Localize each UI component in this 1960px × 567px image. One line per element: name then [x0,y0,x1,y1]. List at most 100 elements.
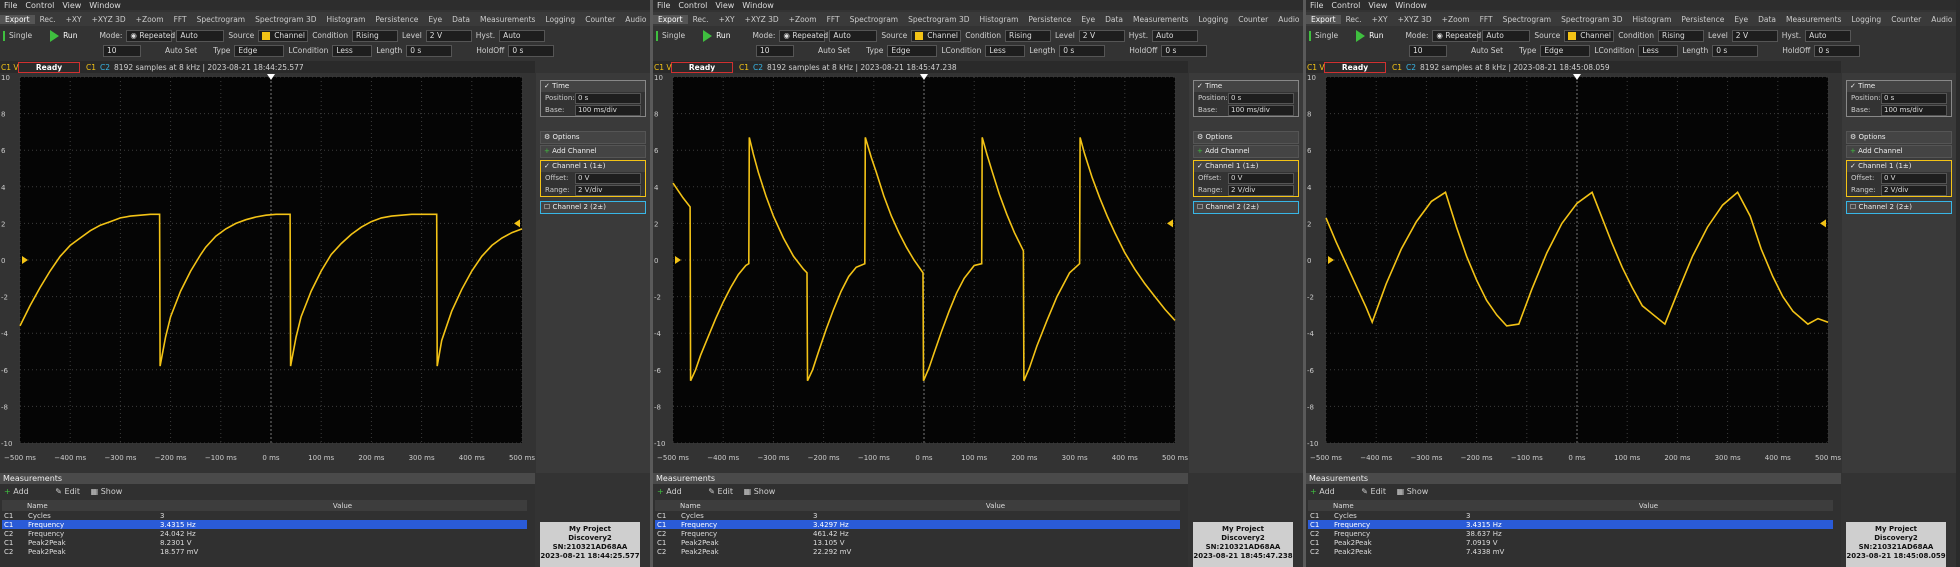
add-channel-box[interactable]: + Add Channel [1193,145,1299,158]
count-input[interactable]: 10 [103,44,141,57]
options-button[interactable]: ⚙ Options [1847,132,1951,143]
type-select[interactable]: Edge [234,44,285,57]
hyst-input[interactable]: Auto [1805,29,1852,42]
add-channel-button[interactable]: + Add Channel [1847,146,1951,157]
tab[interactable]: Persistence [1023,15,1076,24]
tab[interactable]: Spectrogram [192,15,250,24]
tab[interactable]: +XY [1367,15,1393,24]
menu-item[interactable]: Control [678,1,707,10]
tab[interactable]: Spectrogram 3D [903,15,974,24]
tab[interactable]: Counter [1233,15,1273,24]
table-row[interactable]: C2 Frequency 24.042 Hz [2,529,527,538]
menu-item[interactable]: File [657,1,670,10]
edit-measurement-button[interactable]: ✎ Edit [708,487,733,496]
table-row[interactable]: C1 Cycles 3 [2,511,527,520]
tab[interactable]: Data [447,15,475,24]
tab[interactable]: Histogram [975,15,1024,24]
table-row[interactable]: C1 Cycles 3 [1308,511,1833,520]
run-button[interactable]: Run [703,29,734,42]
base-input[interactable]: 100 ms/div [575,105,641,116]
table-row[interactable]: C2 Peak2Peak 7.4338 mV [1308,547,1833,556]
tab[interactable]: Rec. [35,15,61,24]
channel2-header[interactable]: ☐ Channel 2 (2±) [541,202,645,213]
tab[interactable]: Eye [1729,15,1753,24]
tab[interactable]: Histogram [1628,15,1677,24]
tab[interactable]: Logging [540,15,580,24]
count-input[interactable]: 10 [1409,44,1447,57]
range-input[interactable]: 2 V/div [1228,185,1294,196]
tab[interactable]: Rec. [1341,15,1367,24]
autoset-button[interactable]: Auto Set [818,46,850,55]
tab[interactable]: Data [1753,15,1781,24]
holdoff-input[interactable]: 0 s [508,44,555,57]
tab[interactable]: Data [1100,15,1128,24]
position-input[interactable]: 0 s [1228,93,1294,104]
tab[interactable]: Audio [620,15,650,24]
add-channel-button[interactable]: + Add Channel [1194,146,1298,157]
range-input[interactable]: 2 V/div [1881,185,1947,196]
table-row[interactable]: C1 Frequency 3.4297 Hz [655,520,1180,529]
length-input[interactable]: 0 s [406,44,453,57]
menu-item[interactable]: File [4,1,17,10]
run-button[interactable]: Run [50,29,81,42]
options-box[interactable]: ⚙ Options [1193,131,1299,144]
scope-plot[interactable]: 10 8 6 4 2 0 -2 -4 -6 -8 -10 −500 ms −400 ms −300 ms −… [0,73,535,468]
menu-item[interactable]: View [62,1,81,10]
menu-item[interactable]: File [1310,1,1323,10]
options-button[interactable]: ⚙ Options [541,132,645,143]
base-input[interactable]: 100 ms/div [1228,105,1294,116]
channel2-header[interactable]: ☐ Channel 2 (2±) [1847,202,1951,213]
source-select[interactable]: Channel [258,29,309,42]
tab[interactable]: Spectrogram 3D [1556,15,1627,24]
source-select[interactable]: Channel [1564,29,1615,42]
options-box[interactable]: ⚙ Options [540,131,646,144]
menu-item[interactable]: View [1368,1,1387,10]
scope-plot[interactable]: 10 8 6 4 2 0 -2 -4 -6 -8 -10 −500 ms −400 ms −300 ms −… [1306,73,1841,468]
tab[interactable]: FFT [1475,15,1498,24]
channel1-header[interactable]: ✓ Channel 1 (1±) [1847,161,1951,172]
tab[interactable]: Persistence [1676,15,1729,24]
tab[interactable]: Audio [1273,15,1303,24]
tab[interactable]: Histogram [322,15,371,24]
add-channel-box[interactable]: + Add Channel [540,145,646,158]
autoset-button[interactable]: Auto Set [165,46,197,55]
level-input[interactable]: 2 V [1078,29,1125,42]
auto-select[interactable]: Auto [176,29,225,42]
channel1-header[interactable]: ✓ Channel 1 (1±) [1194,161,1298,172]
tab[interactable]: Spectrogram [845,15,903,24]
tab[interactable]: Export [653,14,688,24]
tab[interactable]: FFT [822,15,845,24]
condition-select[interactable]: Rising [351,29,398,42]
options-button[interactable]: ⚙ Options [1194,132,1298,143]
tab[interactable]: Counter [580,15,620,24]
tab[interactable]: +XYZ 3D [1393,15,1437,24]
tab[interactable]: FFT [169,15,192,24]
plot-svg[interactable]: 10 8 6 4 2 0 -2 -4 -6 -8 -10 −500 ms −400 ms −300 ms −… [1306,73,1841,468]
mode-select[interactable]: ◉ Repeated [126,29,175,42]
menu-item[interactable]: Window [1395,1,1427,10]
plot-svg[interactable]: 10 8 6 4 2 0 -2 -4 -6 -8 -10 −500 ms −400 ms −300 ms −… [0,73,535,468]
channel1-header[interactable]: ✓ Channel 1 (1±) [541,161,645,172]
table-row[interactable]: C1 Peak2Peak 8.2301 V [2,538,527,547]
autoset-button[interactable]: Auto Set [1471,46,1503,55]
condition-select[interactable]: Rising [1004,29,1051,42]
menu-item[interactable]: Control [25,1,54,10]
plot-svg[interactable]: 10 8 6 4 2 0 -2 -4 -6 -8 -10 −500 ms −400 ms −300 ms −… [653,73,1188,468]
lcondition-select[interactable]: Less [1638,44,1679,57]
position-input[interactable]: 0 s [575,93,641,104]
offset-input[interactable]: 0 V [1881,173,1947,184]
menu-item[interactable]: Control [1331,1,1360,10]
menu-item[interactable]: Window [742,1,774,10]
offset-input[interactable]: 0 V [575,173,641,184]
lcondition-select[interactable]: Less [332,44,373,57]
tab[interactable]: Export [0,14,35,24]
tab[interactable]: +XYZ 3D [740,15,784,24]
add-channel-button[interactable]: + Add Channel [541,146,645,157]
menu-item[interactable]: Window [89,1,121,10]
table-row[interactable]: C2 Frequency 461.42 Hz [655,529,1180,538]
holdoff-input[interactable]: 0 s [1161,44,1208,57]
level-input[interactable]: 2 V [425,29,472,42]
scope-plot[interactable]: 10 8 6 4 2 0 -2 -4 -6 -8 -10 −500 ms −400 ms −300 ms −… [653,73,1188,468]
table-row[interactable]: C1 Peak2Peak 7.0919 V [1308,538,1833,547]
tab[interactable]: Counter [1886,15,1926,24]
